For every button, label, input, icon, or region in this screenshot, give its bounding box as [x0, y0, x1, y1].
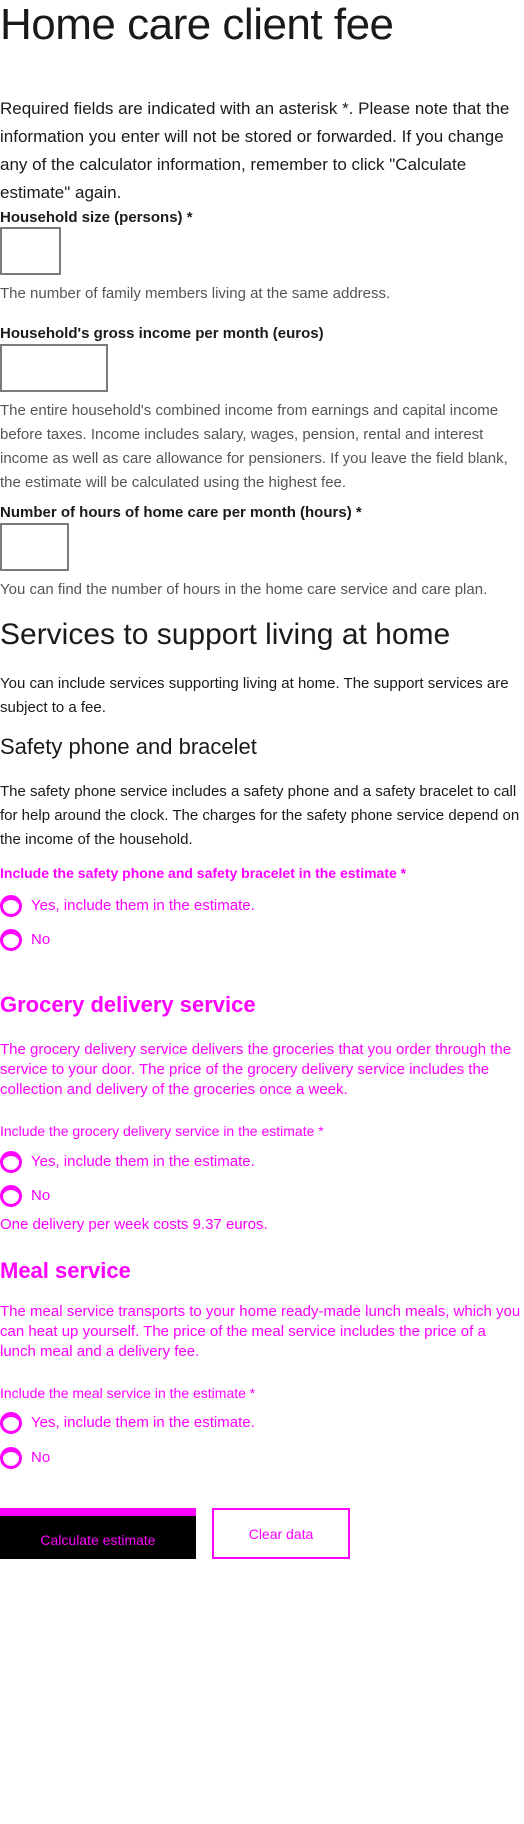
services-intro: You can include services supporting livi… — [0, 675, 509, 716]
meal-option-no[interactable]: No — [0, 1447, 400, 1477]
clear-data-button[interactable]: Clear data — [212, 1508, 350, 1559]
grocery-description-block: The grocery delivery service delivers th… — [0, 1040, 524, 1102]
radio-button[interactable] — [0, 1151, 22, 1173]
radio-button[interactable] — [0, 895, 22, 917]
grocery-question: Include the grocery delivery service in … — [0, 1123, 324, 1139]
clear-data-label: Clear data — [248, 1526, 314, 1542]
household-size-help: The number of family members living at t… — [0, 285, 391, 302]
gross-income-input[interactable] — [0, 344, 108, 392]
meal-option-yes-label: Yes, include them in the estimate. — [31, 1414, 255, 1431]
page-title: Home care client fee — [0, 0, 394, 49]
grocery-description: The grocery delivery service delivers th… — [0, 1041, 512, 1098]
safety-phone-option-yes-label: Yes, include them in the estimate. — [31, 897, 255, 914]
gross-income-label: Household's gross income per month (euro… — [0, 325, 324, 342]
safety-phone-title: Safety phone and bracelet — [0, 734, 257, 759]
radio-button[interactable] — [0, 1412, 22, 1434]
care-hours-help: You can find the number of hours in the … — [0, 581, 488, 598]
radio-button[interactable] — [0, 1185, 22, 1207]
safety-phone-option-no[interactable]: No — [0, 929, 400, 959]
grocery-note: One delivery per week costs 9.37 euros. — [0, 1216, 268, 1233]
calculate-estimate-button[interactable]: Calculate estimate — [0, 1508, 196, 1559]
safety-phone-description: The safety phone service includes a safe… — [0, 783, 520, 848]
grocery-question-block: Include the grocery delivery service in … — [0, 1122, 400, 1144]
household-size-label: Household size (persons) * — [0, 209, 193, 226]
calculate-estimate-label: Calculate estimate — [40, 1532, 156, 1548]
intro-text: Required fields are indicated with an as… — [0, 99, 510, 202]
safety-phone-option-yes[interactable]: Yes, include them in the estimate. — [0, 895, 400, 925]
grocery-option-yes[interactable]: Yes, include them in the estimate. — [0, 1151, 400, 1181]
safety-phone-option-no-label: No — [31, 931, 51, 948]
meal-title: Meal service — [0, 1258, 131, 1283]
household-size-input[interactable] — [0, 227, 61, 275]
meal-description-block: The meal service transports to your home… — [0, 1302, 524, 1364]
care-hours-label: Number of hours of home care per month (… — [0, 504, 362, 521]
meal-option-no-label: No — [31, 1449, 51, 1466]
services-title: Services to support living at home — [0, 618, 451, 651]
grocery-title: Grocery delivery service — [0, 992, 256, 1017]
grocery-option-no-label: No — [31, 1187, 51, 1204]
meal-question: Include the meal service in the estimate… — [0, 1385, 256, 1401]
meal-option-yes[interactable]: Yes, include them in the estimate. — [0, 1412, 400, 1442]
care-hours-input[interactable] — [0, 523, 69, 571]
gross-income-help: The entire household's combined income f… — [0, 402, 508, 491]
safety-phone-question: Include the safety phone and safety brac… — [0, 865, 407, 881]
grocery-option-yes-label: Yes, include them in the estimate. — [31, 1153, 255, 1170]
meal-description: The meal service transports to your home… — [0, 1303, 521, 1360]
radio-button[interactable] — [0, 1447, 22, 1469]
grocery-option-no[interactable]: No — [0, 1185, 400, 1215]
radio-button[interactable] — [0, 929, 22, 951]
